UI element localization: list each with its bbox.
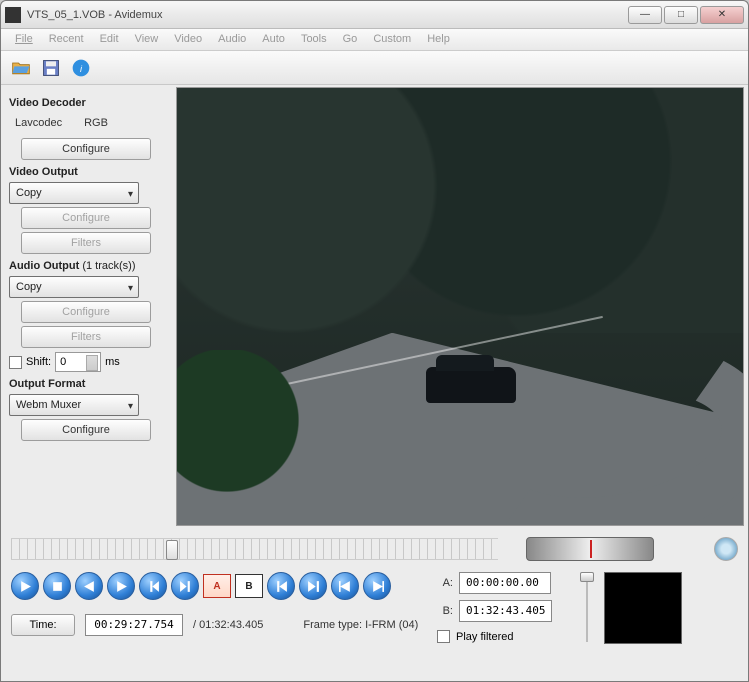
prev-keyframe-button[interactable] [139,572,167,600]
set-marker-a-button[interactable]: A [203,574,231,598]
output-format-configure-button[interactable]: Configure [21,419,151,441]
audio-output-select[interactable]: Copy [9,276,139,298]
output-format-select[interactable]: Webm Muxer [9,394,139,416]
decoder-name: Lavcodec [15,117,62,129]
transport-controls: A B Time: 00:29:27.754 / 01:32:43.405 Fr… [11,572,421,636]
app-window: VTS_05_1.VOB - Avidemux — □ ✕ File Recen… [0,0,749,682]
stop-button[interactable] [43,572,71,600]
menu-video[interactable]: Video [166,29,210,50]
video-preview [176,87,744,526]
minimize-button[interactable]: — [628,6,662,24]
play-filtered-label: Play filtered [456,631,513,643]
window-title: VTS_05_1.VOB - Avidemux [27,9,628,21]
seek-slider[interactable] [11,538,498,560]
info-icon[interactable]: i [69,56,93,80]
play-filtered-checkbox[interactable] [437,630,450,643]
maximize-button[interactable]: □ [664,6,698,24]
menu-custom[interactable]: Custom [365,29,419,50]
time-button[interactable]: Time: [11,614,75,636]
menu-auto[interactable]: Auto [254,29,293,50]
shift-checkbox[interactable] [9,356,22,369]
marker-panel: A: 00:00:00.00 B: 01:32:43.405 Play filt… [437,572,552,643]
marker-b-value[interactable]: 01:32:43.405 [459,600,552,622]
next-frame-button[interactable] [107,572,135,600]
titlebar[interactable]: VTS_05_1.VOB - Avidemux — □ ✕ [1,1,748,29]
decoder-mode: RGB [84,117,108,129]
menu-edit[interactable]: Edit [92,29,127,50]
video-output-filters-button[interactable]: Filters [21,232,151,254]
save-icon[interactable] [39,56,63,80]
goto-start-button[interactable] [267,572,295,600]
marker-a-value[interactable]: 00:00:00.00 [459,572,551,594]
disk-icon[interactable] [714,537,738,561]
prev-frame-button[interactable] [75,572,103,600]
close-button[interactable]: ✕ [700,6,744,24]
video-decoder-heading: Video Decoder [9,97,168,109]
video-output-select[interactable]: Copy [9,182,139,204]
marker-b-label: B: [437,605,453,617]
goto-end-button[interactable] [299,572,327,600]
menu-view[interactable]: View [127,29,167,50]
menu-tools[interactable]: Tools [293,29,335,50]
audio-output-heading: Audio Output (1 track(s)) [9,260,168,272]
open-icon[interactable] [9,56,33,80]
app-icon [5,7,21,23]
menu-audio[interactable]: Audio [210,29,254,50]
bottom-panel: A B Time: 00:29:27.754 / 01:32:43.405 Fr… [1,528,748,652]
shift-input[interactable]: 0 [55,352,101,372]
seek-thumb[interactable] [166,540,178,560]
menu-go[interactable]: Go [335,29,366,50]
menubar: File Recent Edit View Video Audio Auto T… [1,29,748,51]
next-keyframe-button[interactable] [171,572,199,600]
menu-help[interactable]: Help [419,29,458,50]
menu-file[interactable]: File [7,29,41,50]
decoder-configure-button[interactable]: Configure [21,138,151,160]
play-button[interactable] [11,572,39,600]
marker-a-label: A: [437,577,453,589]
scrub-wheel[interactable] [526,537,654,561]
vu-meter [604,572,682,644]
shift-unit: ms [105,356,120,368]
audio-output-filters-button[interactable]: Filters [21,326,151,348]
volume-slider[interactable] [578,572,596,646]
video-output-configure-button[interactable]: Configure [21,207,151,229]
frame-type-label: Frame type: I-FRM (04) [303,619,418,631]
toolbar: i [1,51,748,85]
goto-marker-a-button[interactable] [331,572,359,600]
current-time-field[interactable]: 00:29:27.754 [85,614,183,636]
sidebar: Video Decoder Lavcodec RGB Configure Vid… [1,85,176,528]
goto-marker-b-button[interactable] [363,572,391,600]
menu-recent[interactable]: Recent [41,29,92,50]
volume-thumb[interactable] [580,572,594,582]
video-output-heading: Video Output [9,166,168,178]
audio-output-configure-button[interactable]: Configure [21,301,151,323]
set-marker-b-button[interactable]: B [235,574,263,598]
shift-label: Shift: [26,356,51,368]
output-format-heading: Output Format [9,378,168,390]
total-duration: / 01:32:43.405 [193,619,263,631]
